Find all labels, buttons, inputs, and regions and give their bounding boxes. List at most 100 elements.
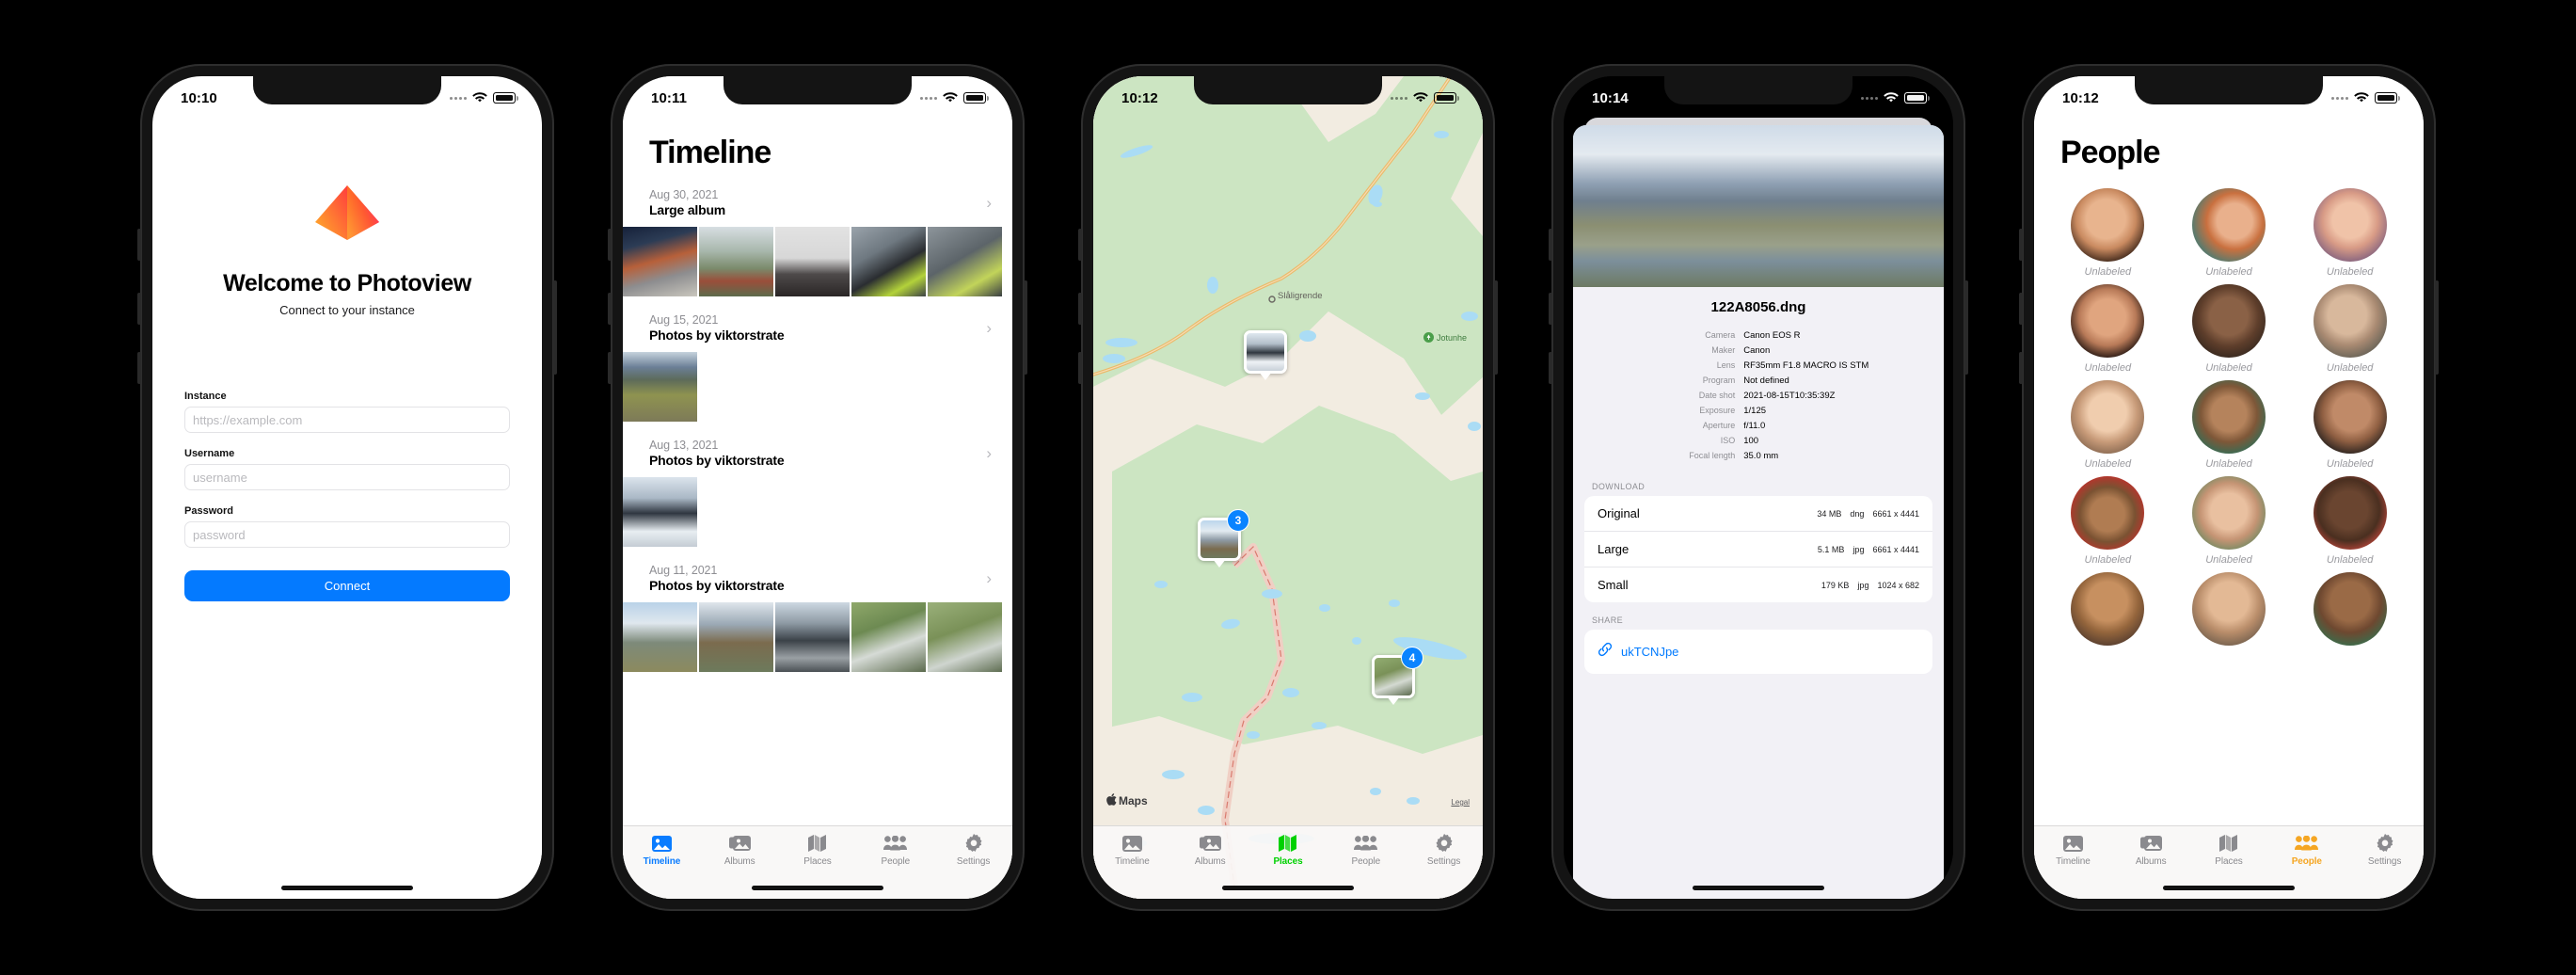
tab-places[interactable]: Places <box>2190 833 2268 867</box>
thumbnail[interactable] <box>699 602 773 672</box>
photo-icon <box>2062 833 2083 854</box>
phone-login: 10:10 Welcome to Photoview Connect to yo… <box>137 64 557 911</box>
person-item[interactable]: Unlabeled <box>2289 188 2410 278</box>
timeline-container: Timeline Aug 30, 2021 Large album › Aug … <box>623 76 1012 899</box>
hero-photo[interactable] <box>1573 125 1944 287</box>
thumbnail[interactable] <box>775 602 850 672</box>
tab-timeline[interactable]: Timeline <box>1093 833 1171 867</box>
gear-icon <box>2376 833 2394 854</box>
map-poi-jotunheimen[interactable]: Jotunhe <box>1423 332 1467 343</box>
tab-label: People <box>881 856 911 867</box>
group-date: Aug 13, 2021 <box>649 439 719 452</box>
download-row[interactable]: Original 34 MB dng 6661 x 4441 <box>1584 496 1932 532</box>
map-place-label: Slåligrende <box>1278 291 1323 301</box>
photo-strip[interactable] <box>623 227 1012 296</box>
tab-people[interactable]: People <box>856 833 934 867</box>
exif-key: Focal length <box>1689 450 1736 460</box>
download-size: 179 KB <box>1821 580 1850 590</box>
share-link-label: ukTCNJpe <box>1621 645 1679 659</box>
tab-settings[interactable]: Settings <box>934 833 1012 867</box>
download-row[interactable]: Small 179 KB jpg 1024 x 682 <box>1584 567 1932 602</box>
person-item[interactable]: Unlabeled <box>2169 284 2290 374</box>
thumbnail[interactable] <box>623 477 697 547</box>
home-indicator[interactable] <box>2163 886 2295 890</box>
notch <box>1664 76 1852 104</box>
thumbnail[interactable] <box>851 602 926 672</box>
thumbnail[interactable] <box>623 227 697 296</box>
phone-people: 10:12 People Unlabeled Unlabeled Unlabel… <box>2019 64 2439 911</box>
person-item[interactable]: Unlabeled <box>2169 476 2290 566</box>
password-input[interactable]: password <box>184 521 510 548</box>
photo-strip[interactable] <box>623 602 1012 672</box>
welcome-subtitle: Connect to your instance <box>279 303 415 317</box>
screen-people: 10:12 People Unlabeled Unlabeled Unlabel… <box>2034 76 2424 899</box>
timeline-group-header[interactable]: Aug 11, 2021 Photos by viktorstrate › <box>623 547 1012 602</box>
avatar <box>2071 188 2145 262</box>
username-input[interactable]: username <box>184 464 510 490</box>
person-item[interactable]: Unlabeled <box>2047 284 2169 374</box>
download-size: 34 MB <box>1817 508 1842 519</box>
exif-row: Exposure 1/125 <box>1573 403 1944 418</box>
tab-people[interactable]: People <box>2267 833 2345 867</box>
map-photo-cluster[interactable]: 3 <box>1198 509 1249 567</box>
thumbnail[interactable] <box>775 227 850 296</box>
home-indicator[interactable] <box>1222 886 1354 890</box>
apple-maps-attribution: Maps <box>1106 793 1148 808</box>
legal-link[interactable]: Legal <box>1451 798 1470 807</box>
tab-albums[interactable]: Albums <box>1171 833 1249 867</box>
avatar <box>2071 476 2145 550</box>
thumbnail[interactable] <box>699 227 773 296</box>
exif-key: Camera <box>1705 329 1736 340</box>
pin-tail <box>1259 372 1272 380</box>
person-item[interactable]: Unlabeled <box>2169 380 2290 470</box>
pin-thumbnail <box>1244 330 1287 374</box>
connect-button[interactable]: Connect <box>184 570 510 601</box>
tab-albums[interactable]: Albums <box>701 833 779 867</box>
person-item[interactable] <box>2047 572 2169 646</box>
home-indicator[interactable] <box>281 886 413 890</box>
person-item[interactable]: Unlabeled <box>2289 380 2410 470</box>
map-photo-cluster[interactable]: 4 <box>1372 647 1423 705</box>
avatar <box>2313 380 2387 454</box>
tab-places[interactable]: Places <box>779 833 857 867</box>
timeline-group-header[interactable]: Aug 15, 2021 Photos by viktorstrate › <box>623 296 1012 352</box>
thumbnail[interactable] <box>623 602 697 672</box>
download-row[interactable]: Large 5.1 MB jpg 6661 x 4441 <box>1584 532 1932 567</box>
download-size: 5.1 MB <box>1817 544 1845 554</box>
person-item[interactable]: Unlabeled <box>2289 284 2410 374</box>
thumbnail[interactable] <box>851 227 926 296</box>
home-indicator[interactable] <box>752 886 883 890</box>
person-item[interactable] <box>2169 572 2290 646</box>
map-photo-pin[interactable] <box>1244 330 1287 380</box>
person-label: Unlabeled <box>2205 554 2252 566</box>
person-item[interactable]: Unlabeled <box>2289 476 2410 566</box>
tab-albums[interactable]: Albums <box>2112 833 2190 867</box>
tab-timeline[interactable]: Timeline <box>623 833 701 867</box>
person-item[interactable]: Unlabeled <box>2169 188 2290 278</box>
maps-label: Maps <box>1119 794 1148 807</box>
map-view[interactable]: Slåligrende Jotunhe 3 4 Maps Legal <box>1093 76 1483 899</box>
exif-key: Maker <box>1711 344 1736 355</box>
person-item[interactable] <box>2289 572 2410 646</box>
thumbnail[interactable] <box>623 352 697 422</box>
share-row[interactable]: ukTCNJpe <box>1584 630 1932 674</box>
thumbnail[interactable] <box>928 602 1002 672</box>
tab-people[interactable]: People <box>1327 833 1405 867</box>
tab-settings[interactable]: Settings <box>2345 833 2424 867</box>
person-item[interactable]: Unlabeled <box>2047 476 2169 566</box>
person-item[interactable]: Unlabeled <box>2047 188 2169 278</box>
person-item[interactable]: Unlabeled <box>2047 380 2169 470</box>
chevron-right-icon: › <box>986 194 992 212</box>
tab-places[interactable]: Places <box>1249 833 1328 867</box>
thumbnail[interactable] <box>928 227 1002 296</box>
tab-settings[interactable]: Settings <box>1405 833 1483 867</box>
instance-input[interactable]: https://example.com <box>184 407 510 433</box>
home-indicator[interactable] <box>1693 886 1824 890</box>
map-icon <box>2219 833 2238 854</box>
timeline-group-header[interactable]: Aug 30, 2021 Large album › <box>623 171 1012 227</box>
timeline-group-header[interactable]: Aug 13, 2021 Photos by viktorstrate › <box>623 422 1012 477</box>
tab-timeline[interactable]: Timeline <box>2034 833 2112 867</box>
photo-strip[interactable] <box>623 352 1012 422</box>
photo-strip[interactable] <box>623 477 1012 547</box>
exif-key: Program <box>1702 375 1736 385</box>
